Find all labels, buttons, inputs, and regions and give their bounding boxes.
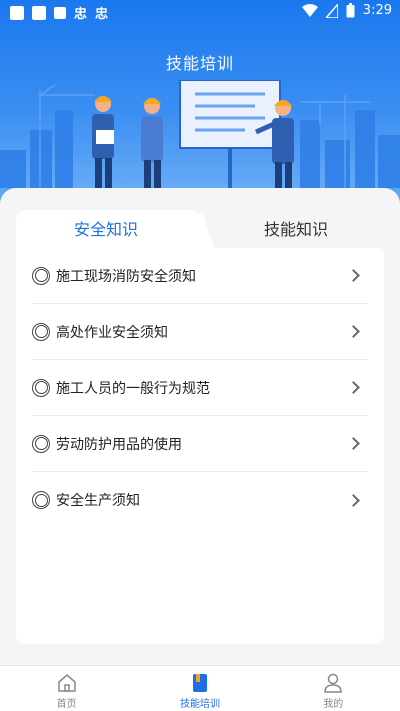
nav-home-label: 首页 — [56, 699, 77, 710]
list-item-label: 安全生产须知 — [56, 493, 140, 509]
list-item[interactable]: 施工人员的一般行为规范 — [32, 360, 368, 416]
status-glyph-1: 忠 — [74, 7, 88, 22]
page-title: 技能培训 — [165, 54, 234, 73]
list-item-label: 高处作业安全须知 — [56, 324, 168, 341]
construction-illustration — [0, 80, 400, 205]
battery-icon — [346, 3, 355, 18]
chevron-right-icon — [347, 381, 360, 394]
nav-mine[interactable]: 我的 — [267, 666, 400, 711]
tab-safety-knowledge[interactable]: 安全知识 — [16, 210, 196, 250]
radio-icon — [32, 434, 50, 453]
app-icon — [54, 6, 66, 19]
list-item[interactable]: 安全生产须知 — [32, 472, 368, 528]
user-icon — [324, 673, 343, 693]
hero-banner: 忠 忠 3:29 技能培训 — [0, 0, 400, 205]
book-icon — [192, 674, 207, 692]
radio-icon — [32, 266, 50, 285]
chevron-right-icon — [347, 325, 360, 338]
list-item-label: 施工人员的一般行为规范 — [56, 380, 210, 397]
wifi-icon — [301, 3, 318, 17]
tab-skill-knowledge[interactable]: 技能知识 — [208, 210, 384, 250]
tab-bar: 安全知识 技能知识 — [16, 210, 384, 250]
status-glyph-2: 忠 — [95, 7, 109, 22]
notification-icon — [32, 5, 46, 20]
radio-icon — [32, 378, 50, 397]
radio-icon — [32, 491, 50, 509]
radio-icon — [32, 322, 50, 341]
nav-mine-label: 我的 — [323, 699, 344, 710]
content-card: 安全知识 技能知识 施工现场消防安全须知 高处作业安全须知 施工人员的一般行为规… — [0, 188, 400, 668]
bottom-nav: 首页 技能培训 我的 — [0, 665, 400, 711]
list-item[interactable]: 施工现场消防安全须知 — [32, 248, 368, 304]
status-bar: 忠 忠 3:29 — [0, 0, 400, 24]
list-item[interactable]: 高处作业安全须知 — [32, 304, 368, 360]
article-list: 施工现场消防安全须知 高处作业安全须知 施工人员的一般行为规范 劳动防护用品的使… — [16, 248, 384, 644]
nav-skill-training-label: 技能培训 — [179, 699, 220, 710]
status-time: 3:29 — [362, 3, 392, 18]
list-item-label: 劳动防护用品的使用 — [56, 436, 182, 453]
chevron-right-icon — [347, 493, 360, 507]
chevron-right-icon — [347, 269, 360, 282]
signal-icon — [325, 3, 338, 18]
chevron-right-icon — [347, 437, 360, 450]
nav-skill-training[interactable]: 技能培训 — [133, 666, 266, 711]
list-item[interactable]: 劳动防护用品的使用 — [32, 416, 368, 472]
gallery-icon — [10, 5, 24, 20]
nav-home[interactable]: 首页 — [0, 666, 133, 711]
list-item-label: 施工现场消防安全须知 — [56, 268, 196, 285]
home-icon — [57, 674, 76, 692]
